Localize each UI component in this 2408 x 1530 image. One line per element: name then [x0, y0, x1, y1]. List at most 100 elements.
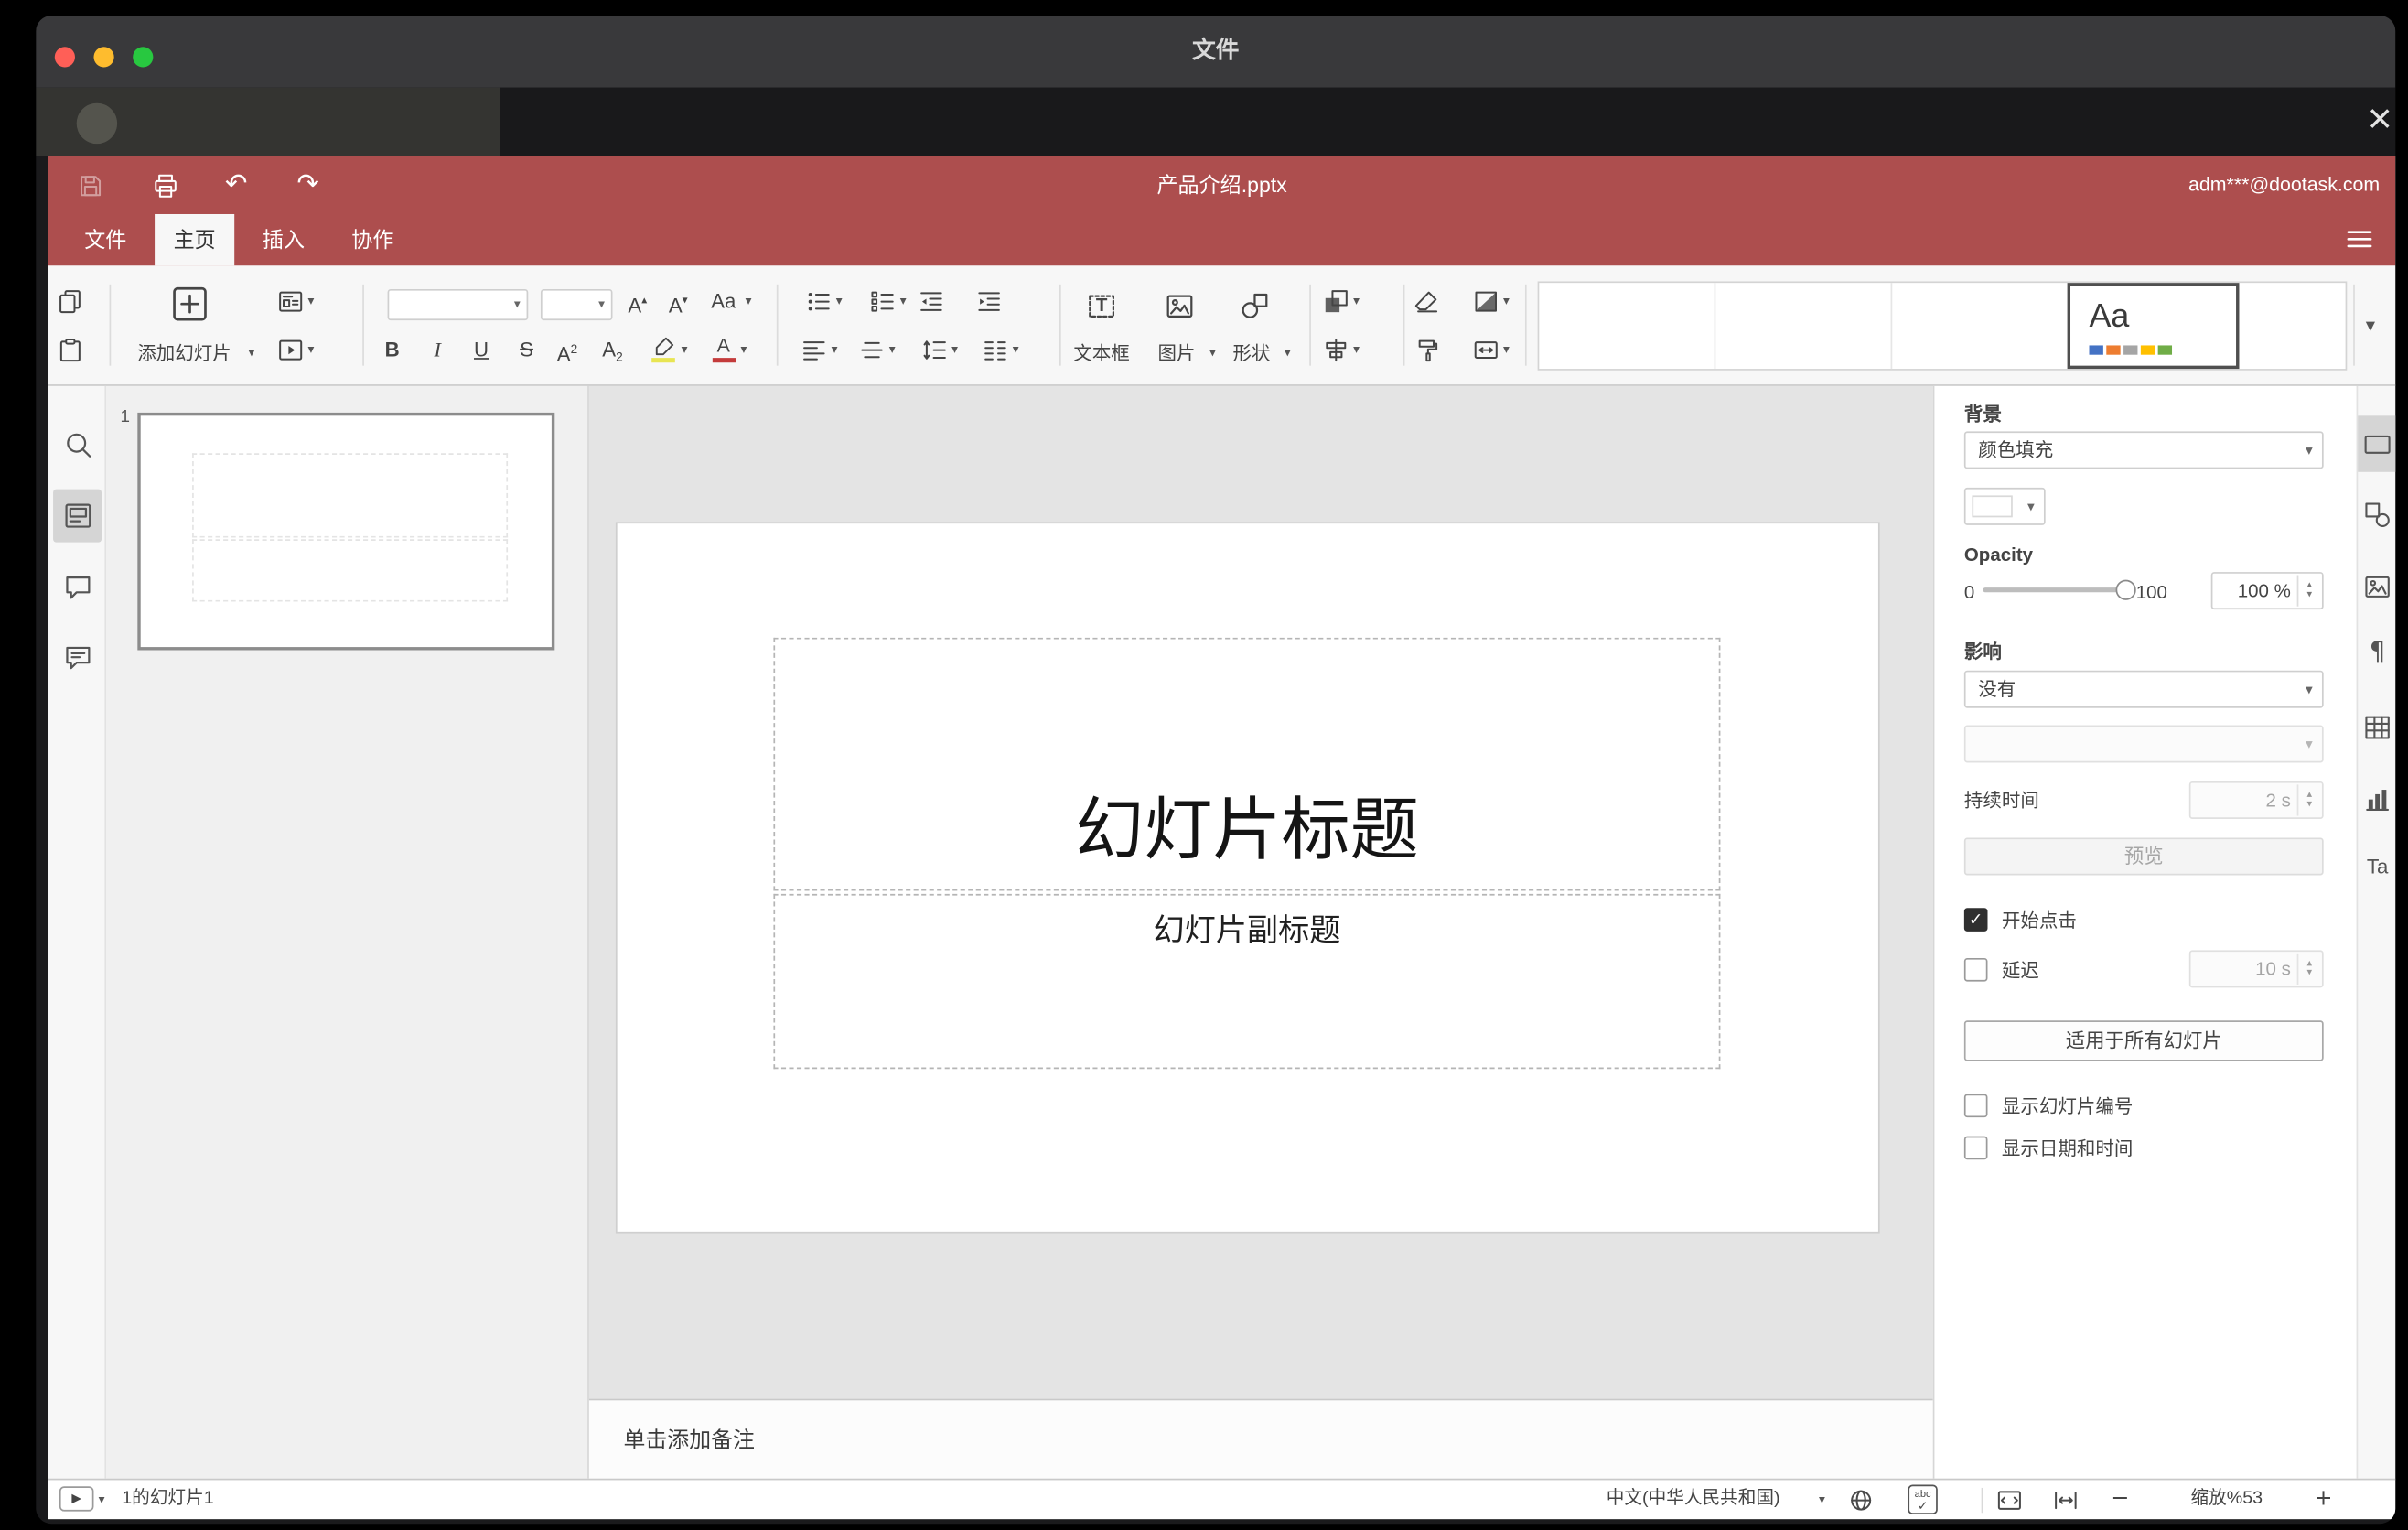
- background-fill-chevron-icon[interactable]: ▾: [2306, 442, 2313, 458]
- background-fill-select[interactable]: 颜色填充 ▾: [1963, 431, 2324, 469]
- background-color-picker[interactable]: ▾: [1963, 487, 2046, 525]
- show-slide-number-checkbox[interactable]: [1963, 1094, 1988, 1118]
- change-case-chevron-icon[interactable]: ▾: [746, 294, 752, 309]
- change-case-button[interactable]: Aa: [706, 287, 741, 316]
- show-slide-number-label[interactable]: 显示幻灯片编号: [2002, 1095, 2133, 1117]
- decrease-indent-icon[interactable]: [918, 287, 946, 316]
- slide-thumbnail[interactable]: [137, 412, 555, 651]
- chart-settings-icon[interactable]: [2362, 784, 2392, 813]
- horizontal-align-icon[interactable]: [800, 336, 828, 364]
- opacity-slider-thumb[interactable]: [2115, 579, 2136, 600]
- close-icon[interactable]: ×: [2358, 97, 2395, 141]
- duration-input[interactable]: 2 s ▴ ▾: [2188, 781, 2324, 819]
- underline-button[interactable]: U: [468, 336, 496, 364]
- image-settings-icon[interactable]: [2362, 572, 2392, 601]
- start-on-click-checkbox[interactable]: ✓: [1963, 908, 1988, 932]
- arrange-shapes-icon[interactable]: [1322, 287, 1350, 316]
- zoom-out-icon[interactable]: −: [2111, 1480, 2129, 1519]
- font-name-chevron-icon[interactable]: ▾: [514, 297, 521, 313]
- shape-icon[interactable]: [1239, 291, 1270, 322]
- slide-title-placeholder[interactable]: 幻灯片标题: [773, 637, 1721, 891]
- shape-chevron-icon[interactable]: ▾: [1285, 345, 1291, 361]
- columns-icon[interactable]: [982, 336, 1010, 364]
- chat-icon[interactable]: [62, 642, 93, 673]
- spellcheck-icon[interactable]: abc ✓: [1908, 1484, 1938, 1514]
- increase-indent-icon[interactable]: [975, 287, 1004, 316]
- hamburger-menu-icon[interactable]: [2346, 227, 2374, 252]
- zoom-in-icon[interactable]: +: [2314, 1480, 2332, 1519]
- fit-slide-icon[interactable]: [1995, 1486, 2024, 1514]
- delay-input[interactable]: 10 s ▴ ▾: [2188, 950, 2324, 988]
- start-slideshow-icon[interactable]: [276, 336, 305, 364]
- apply-to-all-button[interactable]: 适用于所有幻灯片: [1963, 1020, 2324, 1061]
- opacity-spinner[interactable]: ▴ ▾: [2296, 575, 2321, 607]
- theme-gallery-expand-icon[interactable]: ▾: [2366, 316, 2375, 334]
- slide-subtitle-placeholder[interactable]: 幻灯片副标题: [773, 893, 1721, 1070]
- start-on-click-label[interactable]: 开始点击: [2002, 910, 2077, 932]
- show-date-checkbox[interactable]: [1963, 1136, 1988, 1160]
- decrease-font-button[interactable]: A▾: [664, 287, 693, 320]
- tab-file[interactable]: 文件: [66, 214, 145, 265]
- shape-fill-chevron-icon[interactable]: ▾: [1503, 294, 1510, 309]
- start-preview-chevron-icon[interactable]: ▾: [99, 1492, 105, 1508]
- image-button[interactable]: 图片: [1145, 339, 1208, 366]
- textart-settings-icon[interactable]: Ta: [2358, 855, 2395, 878]
- image-chevron-icon[interactable]: ▾: [1209, 345, 1216, 361]
- superscript-button[interactable]: A2: [554, 336, 582, 369]
- shape-button[interactable]: 形状: [1220, 339, 1283, 366]
- tab-home[interactable]: 主页: [155, 213, 235, 266]
- add-slide-icon[interactable]: [172, 286, 208, 322]
- image-icon[interactable]: [1164, 291, 1195, 322]
- opacity-slider-track[interactable]: [1983, 587, 2127, 593]
- paste-icon[interactable]: [56, 336, 84, 364]
- slide[interactable]: 幻灯片标题 幻灯片副标题: [617, 523, 1878, 1232]
- comments-icon[interactable]: [62, 572, 93, 603]
- copy-style-icon[interactable]: [1413, 336, 1441, 364]
- numbered-list-icon[interactable]: [869, 287, 898, 316]
- subscript-button[interactable]: A2: [598, 336, 627, 372]
- copy-icon[interactable]: [56, 287, 84, 316]
- tab-collaboration[interactable]: 协作: [333, 214, 413, 265]
- delay-checkbox[interactable]: [1963, 957, 1988, 982]
- fit-width-icon[interactable]: [2052, 1486, 2080, 1514]
- bold-button[interactable]: B: [378, 336, 406, 364]
- shape-settings-icon[interactable]: [2362, 501, 2392, 530]
- effect-option-select[interactable]: ▾: [1963, 725, 2324, 763]
- show-date-label[interactable]: 显示日期和时间: [2002, 1137, 2133, 1159]
- start-preview-icon[interactable]: ▶: [59, 1486, 94, 1512]
- textbox-button[interactable]: 文本框: [1059, 339, 1144, 366]
- align-shapes-chevron-icon[interactable]: ▾: [1353, 342, 1360, 358]
- slide-canvas[interactable]: 幻灯片标题 幻灯片副标题: [588, 385, 1933, 1399]
- preview-button[interactable]: 预览: [1963, 837, 2324, 876]
- language-chevron-icon[interactable]: ▾: [1819, 1492, 1825, 1508]
- font-size-combo[interactable]: ▾: [540, 288, 613, 321]
- italic-button[interactable]: I: [424, 336, 452, 364]
- slide-settings-icon[interactable]: [2362, 430, 2392, 459]
- highlight-color-icon[interactable]: [650, 336, 676, 364]
- shape-fill-icon[interactable]: [1472, 287, 1500, 316]
- increase-font-button[interactable]: A▴: [623, 287, 651, 320]
- table-settings-icon[interactable]: [2362, 713, 2392, 742]
- clear-style-icon[interactable]: [1413, 287, 1441, 316]
- slide-size-icon[interactable]: [1472, 336, 1500, 364]
- slide-size-chevron-icon[interactable]: ▾: [1503, 342, 1510, 358]
- vertical-align-icon[interactable]: [858, 336, 887, 364]
- slide-layout-chevron-icon[interactable]: ▾: [307, 294, 314, 309]
- search-icon[interactable]: [62, 430, 93, 461]
- add-slide-chevron-icon[interactable]: ▾: [249, 345, 255, 361]
- bullet-list-chevron-icon[interactable]: ▾: [836, 294, 843, 309]
- strikethrough-button[interactable]: S: [512, 336, 541, 364]
- slide-layout-icon[interactable]: [276, 287, 305, 316]
- language-selector[interactable]: 中文(中华人民共和国): [1607, 1480, 1780, 1519]
- font-size-chevron-icon[interactable]: ▾: [598, 297, 605, 313]
- bullet-list-icon[interactable]: [805, 287, 833, 316]
- font-color-chevron-icon[interactable]: ▾: [741, 342, 747, 358]
- start-slideshow-chevron-icon[interactable]: ▾: [307, 342, 314, 358]
- paragraph-settings-icon[interactable]: ¶: [2358, 636, 2395, 665]
- font-name-combo[interactable]: ▾: [387, 288, 529, 321]
- font-color-icon[interactable]: A: [711, 335, 736, 364]
- columns-chevron-icon[interactable]: ▾: [1013, 342, 1019, 358]
- effect-select[interactable]: 没有 ▾: [1963, 670, 2324, 708]
- effect-chevron-icon[interactable]: ▾: [2306, 682, 2313, 697]
- theme-tile-selected[interactable]: Aa: [2067, 283, 2240, 370]
